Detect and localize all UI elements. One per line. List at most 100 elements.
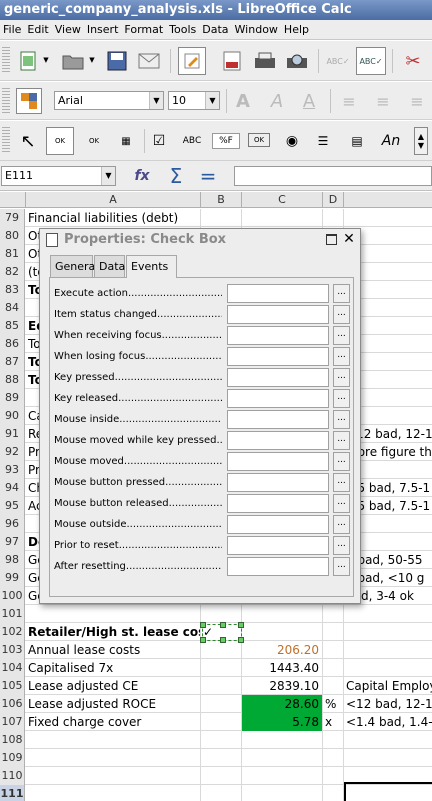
event-macro-field[interactable]: [227, 389, 329, 408]
menu-item-data[interactable]: Data: [199, 20, 231, 36]
row-header[interactable]: 84: [0, 299, 25, 317]
row-header[interactable]: 95: [0, 497, 25, 515]
name-box[interactable]: E111 ▼: [1, 166, 116, 186]
design-mode-icon[interactable]: OK: [46, 127, 74, 155]
selection-handle[interactable]: [200, 637, 206, 643]
cell-e[interactable]: [344, 641, 432, 659]
menu-item-window[interactable]: Window: [232, 20, 281, 36]
cell-b[interactable]: [201, 695, 242, 713]
row-header[interactable]: 90: [0, 407, 25, 425]
cell-c[interactable]: [242, 731, 323, 749]
spellcheck-icon[interactable]: ABC✓: [324, 49, 352, 73]
cell-a[interactable]: Lease adjusted ROCE: [26, 695, 201, 713]
cell-c[interactable]: [242, 605, 323, 623]
select-pointer-icon[interactable]: ↖: [16, 129, 40, 153]
cell-e[interactable]: [344, 605, 432, 623]
print-icon[interactable]: [252, 49, 278, 73]
cell-a[interactable]: Annual lease costs: [26, 641, 201, 659]
cell-b[interactable]: [201, 785, 242, 801]
event-macro-field[interactable]: [227, 284, 329, 303]
align-center-icon[interactable]: ≡: [372, 90, 394, 112]
cell-d[interactable]: %: [323, 695, 344, 713]
cell-a[interactable]: [26, 785, 201, 801]
formula-input[interactable]: [234, 166, 432, 186]
row-header[interactable]: 108: [0, 731, 25, 749]
row-header[interactable]: 105: [0, 677, 25, 695]
selection-handle[interactable]: [220, 637, 226, 643]
chevron-down-icon[interactable]: ▼: [149, 92, 163, 109]
row-header[interactable]: 82: [0, 263, 25, 281]
cell-a[interactable]: Capitalised 7x: [26, 659, 201, 677]
push-button-control-icon[interactable]: OK: [248, 133, 270, 147]
cell-e[interactable]: [344, 209, 432, 227]
menu-item-insert[interactable]: Insert: [84, 20, 122, 36]
cell-b[interactable]: [201, 209, 242, 227]
maximize-icon[interactable]: [326, 234, 337, 245]
combo-box-control-icon[interactable]: ▤: [344, 129, 370, 153]
tab-data[interactable]: Data: [94, 255, 125, 277]
cell-d[interactable]: [323, 749, 344, 767]
chevron-down-icon[interactable]: ▼: [205, 92, 219, 109]
event-macro-field[interactable]: [227, 368, 329, 387]
assign-macro-button[interactable]: ...: [333, 515, 350, 534]
cell-b[interactable]: [201, 767, 242, 785]
cell-d[interactable]: [323, 659, 344, 677]
cell-d[interactable]: [323, 767, 344, 785]
row-header[interactable]: 100: [0, 587, 25, 605]
bold-icon[interactable]: A: [232, 90, 254, 112]
control-properties-icon[interactable]: OK: [80, 127, 108, 155]
cell-a[interactable]: [26, 749, 201, 767]
text-box-control-icon[interactable]: ABC: [178, 129, 206, 153]
cell-d[interactable]: [323, 785, 344, 801]
print-preview-icon[interactable]: [284, 49, 310, 73]
cell-d[interactable]: [323, 623, 344, 641]
function-icon[interactable]: =: [196, 164, 220, 188]
event-macro-field[interactable]: [227, 494, 329, 513]
toolbar-grip[interactable]: [2, 88, 10, 113]
cell-a[interactable]: Lease adjusted CE: [26, 677, 201, 695]
event-macro-field[interactable]: [227, 536, 329, 555]
chevron-down-icon[interactable]: ▼: [88, 55, 96, 65]
assign-macro-button[interactable]: ...: [333, 347, 350, 366]
row-header[interactable]: 97: [0, 533, 25, 551]
assign-macro-button[interactable]: ...: [333, 305, 350, 324]
cell-d[interactable]: x: [323, 713, 344, 731]
tab-events[interactable]: Events: [126, 255, 177, 278]
row-header[interactable]: 99: [0, 569, 25, 587]
event-macro-field[interactable]: [227, 305, 329, 324]
row-header[interactable]: 110: [0, 767, 25, 785]
event-macro-field[interactable]: [227, 557, 329, 576]
assign-macro-button[interactable]: ...: [333, 452, 350, 471]
cell-e[interactable]: [344, 659, 432, 677]
save-icon[interactable]: [104, 49, 130, 73]
cell-e[interactable]: [344, 749, 432, 767]
cell-a[interactable]: Fixed charge cover: [26, 713, 201, 731]
export-pdf-icon[interactable]: [220, 49, 244, 73]
row-header[interactable]: 91: [0, 425, 25, 443]
cell-a[interactable]: Financial liabilities (debt): [26, 209, 201, 227]
checkbox-control-selection[interactable]: [200, 622, 244, 643]
menu-item-help[interactable]: Help: [281, 20, 312, 36]
row-header[interactable]: 102: [0, 623, 25, 641]
close-icon[interactable]: ✕: [342, 231, 356, 247]
row-header[interactable]: 88: [0, 371, 25, 389]
cell-a[interactable]: [26, 767, 201, 785]
cell-c[interactable]: 206.20: [242, 641, 323, 659]
autospellcheck-icon[interactable]: ABC✓: [356, 47, 386, 75]
assign-macro-button[interactable]: ...: [333, 431, 350, 450]
row-header[interactable]: 103: [0, 641, 25, 659]
cell-d[interactable]: [323, 605, 344, 623]
cell-e[interactable]: [344, 623, 432, 641]
cell-a[interactable]: Retailer/High st. lease costs: [26, 623, 201, 641]
font-name-combo[interactable]: Arial ▼: [54, 91, 164, 110]
menu-item-tools[interactable]: Tools: [166, 20, 199, 36]
event-macro-field[interactable]: [227, 326, 329, 345]
row-header[interactable]: 111: [0, 785, 25, 801]
row-header[interactable]: 80: [0, 227, 25, 245]
event-macro-field[interactable]: [227, 410, 329, 429]
align-left-icon[interactable]: ≡: [338, 90, 360, 112]
row-header[interactable]: 86: [0, 335, 25, 353]
sum-icon[interactable]: Σ: [164, 164, 188, 188]
cell-d[interactable]: [323, 677, 344, 695]
assign-macro-button[interactable]: ...: [333, 284, 350, 303]
